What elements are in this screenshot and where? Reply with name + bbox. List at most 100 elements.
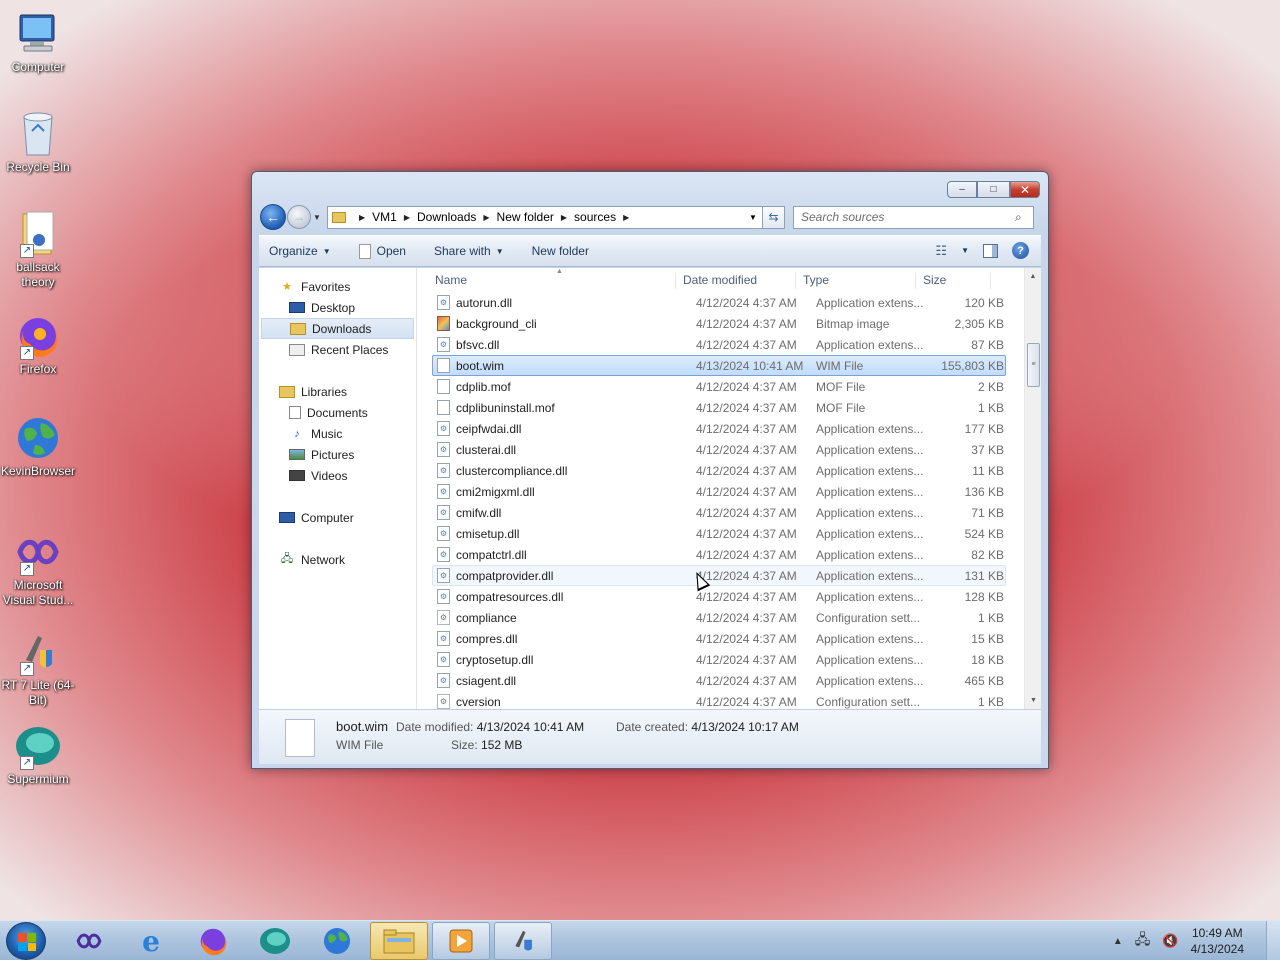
file-type: Configuration sett...	[816, 694, 921, 709]
minimize-button[interactable]: –	[947, 181, 977, 198]
search-input[interactable]: Search sources ⌕	[793, 205, 1034, 229]
start-button[interactable]	[6, 922, 46, 960]
organize-label: Organize	[269, 244, 318, 258]
address-history-dropdown[interactable]: ▼	[744, 213, 762, 222]
breadcrumb-vm1[interactable]: VM1	[372, 210, 397, 224]
view-options-icon[interactable]: ☷	[935, 243, 947, 259]
close-button[interactable]: ✕	[1010, 181, 1040, 198]
help-icon[interactable]: ?	[1012, 242, 1029, 259]
table-row[interactable]: boot.wim 4/13/2024 10:41 AM WIM File 155,80…	[432, 355, 1006, 376]
new-folder-button[interactable]: New folder	[532, 244, 589, 258]
open-button[interactable]: Open	[358, 243, 406, 259]
file-name: background_cli	[456, 316, 537, 331]
table-row[interactable]: ⚙ compliance 4/12/2024 4:37 AM Configuratio…	[432, 607, 1006, 628]
chevron-right-icon[interactable]: ▶	[404, 213, 410, 222]
taskbar-kevinbrowser[interactable]	[308, 922, 366, 960]
volume-muted-icon[interactable]: 🔇	[1162, 933, 1178, 949]
chevron-down-icon[interactable]: ▼	[961, 246, 969, 255]
back-button[interactable]: ←	[260, 204, 286, 230]
chevron-right-icon[interactable]: ▶	[359, 213, 365, 222]
table-row[interactable]: ⚙ clustercompliance.dll 4/12/2024 4:37 AM A…	[432, 460, 1006, 481]
nav-documents[interactable]: Documents	[259, 402, 416, 423]
table-row[interactable]: ⚙ cryptosetup.dll 4/12/2024 4:37 AM Applica…	[432, 649, 1006, 670]
scroll-down-arrow-icon[interactable]: ▼	[1025, 692, 1041, 709]
table-row[interactable]: ⚙ cmifw.dll 4/12/2024 4:37 AM Application e…	[432, 502, 1006, 523]
desktop-icon-computer[interactable]: Computer	[0, 10, 76, 75]
address-bar[interactable]: ▶ VM1 ▶ Downloads ▶ New folder ▶ sources…	[327, 205, 763, 229]
taskbar-rt7lite[interactable]	[494, 922, 552, 960]
table-row[interactable]: background_cli 4/12/2024 4:37 AM Bitmap im…	[432, 313, 1006, 334]
table-row[interactable]: ⚙ bfsvc.dll 4/12/2024 4:37 AM Application e…	[432, 334, 1006, 355]
network-icon[interactable]: 🖧	[1135, 929, 1151, 953]
scroll-up-arrow-icon[interactable]: ▲	[1025, 268, 1041, 285]
file-type: Application extens...	[816, 589, 924, 604]
preview-pane-icon[interactable]	[983, 243, 998, 258]
organize-button[interactable]: Organize ▼	[269, 244, 331, 258]
table-row[interactable]: ⚙ cmisetup.dll 4/12/2024 4:37 AM Applicatio…	[432, 523, 1006, 544]
desktop-icon-visual-studio[interactable]: ↗ Microsoft Visual Stud...	[0, 528, 76, 608]
table-row[interactable]: ⚙ cversion 4/12/2024 4:37 AM Configuration …	[432, 691, 1006, 709]
nav-downloads[interactable]: Downloads	[261, 318, 414, 339]
chevron-right-icon[interactable]: ▶	[483, 213, 489, 222]
nav-network[interactable]: 🖧 Network	[259, 549, 416, 570]
table-row[interactable]: ⚙ cmi2migxml.dll 4/12/2024 4:37 AM Applicat…	[432, 481, 1006, 502]
nav-libraries[interactable]: Libraries	[259, 381, 416, 402]
firefox-icon: ↗	[14, 312, 62, 360]
breadcrumb-sources[interactable]: sources	[574, 210, 616, 224]
desktop-icon-supermium[interactable]: ↗ Supermium	[0, 722, 76, 787]
table-row[interactable]: ⚙ clusterai.dll 4/12/2024 4:37 AM Applicati…	[432, 439, 1006, 460]
nav-computer[interactable]: Computer	[259, 507, 416, 528]
bitmap-file-icon	[437, 316, 450, 331]
file-name: autorun.dll	[456, 295, 513, 310]
desktop-icon-ballsack-theory[interactable]: ↗ ballsack theory	[0, 210, 76, 290]
table-row[interactable]: ⚙ autorun.dll 4/12/2024 4:37 AM Application…	[432, 292, 1006, 313]
chevron-right-icon[interactable]: ▶	[561, 213, 567, 222]
nav-pictures[interactable]: Pictures	[259, 444, 416, 465]
share-with-button[interactable]: Share with ▼	[434, 244, 504, 258]
taskbar-media-player[interactable]	[432, 922, 490, 960]
details-pane: boot.wim WIM File Date modified: 4/13/20…	[259, 709, 1041, 764]
column-header-type[interactable]: Type	[796, 273, 916, 289]
desktop-icon-firefox[interactable]: ↗ Firefox	[0, 312, 76, 377]
file-size: 2,305 KB	[954, 316, 1004, 331]
forward-button[interactable]: →	[287, 205, 311, 229]
column-header-size[interactable]: Size	[916, 273, 991, 289]
show-hidden-icons-icon[interactable]: ▲	[1113, 936, 1123, 947]
caption-buttons: – □ ✕	[947, 181, 1040, 198]
taskbar-supermium[interactable]	[246, 922, 304, 960]
nav-music[interactable]: ♪ Music	[259, 423, 416, 444]
refresh-button[interactable]: ⇆	[763, 205, 785, 229]
column-header-name[interactable]: Name	[417, 273, 676, 289]
column-header-date-modified[interactable]: Date modified	[676, 273, 796, 289]
table-row[interactable]: cdplibuninstall.mof 4/12/2024 4:37 AM MOF …	[432, 397, 1006, 418]
table-row[interactable]: ⚙ csiagent.dll 4/12/2024 4:37 AM Applicatio…	[432, 670, 1006, 691]
table-row[interactable]: ⚙ compatresources.dll 4/12/2024 4:37 AM App…	[432, 586, 1006, 607]
nav-recent-places[interactable]: Recent Places	[259, 339, 416, 360]
vertical-scrollbar[interactable]: ▲ ≡ ▼	[1024, 268, 1041, 709]
taskbar-windows-explorer[interactable]	[370, 922, 428, 960]
taskbar-internet-explorer[interactable]: e	[122, 922, 180, 960]
taskbar-visual-studio[interactable]	[60, 922, 118, 960]
table-row[interactable]: ⚙ ceipfwdai.dll 4/12/2024 4:37 AM Applicati…	[432, 418, 1006, 439]
taskbar-firefox[interactable]	[184, 922, 242, 960]
desktop-icon-recycle-bin[interactable]: Recycle Bin	[0, 110, 76, 175]
nav-desktop[interactable]: Desktop	[259, 297, 416, 318]
clock[interactable]: 10:49 AM 4/13/2024	[1191, 925, 1244, 957]
search-icon[interactable]: ⌕	[1015, 210, 1033, 225]
table-row[interactable]: ⚙ compatprovider.dll 4/12/2024 4:37 AM Appl…	[432, 565, 1006, 586]
nav-videos[interactable]: Videos	[259, 465, 416, 486]
desktop-icon-rt7lite[interactable]: ↗ RT 7 Lite (64-Bit)	[0, 628, 76, 708]
table-row[interactable]: cdplib.mof 4/12/2024 4:37 AM MOF File 2 KB	[432, 376, 1006, 397]
show-desktop-button[interactable]	[1266, 921, 1280, 960]
recent-pages-dropdown[interactable]: ▼	[311, 213, 323, 222]
chevron-right-icon[interactable]: ▶	[623, 213, 629, 222]
table-row[interactable]: ⚙ compres.dll 4/12/2024 4:37 AM Application…	[432, 628, 1006, 649]
toolbar-right: ☷ ▼ ?	[935, 242, 1029, 259]
table-row[interactable]: ⚙ compatctrl.dll 4/12/2024 4:37 AM Applicat…	[432, 544, 1006, 565]
nav-favorites[interactable]: ★ Favorites	[259, 276, 416, 297]
breadcrumb-downloads[interactable]: Downloads	[417, 210, 476, 224]
desktop-icon-kevinbrowser[interactable]: KevinBrowser	[0, 414, 76, 479]
scrollbar-thumb[interactable]: ≡	[1027, 343, 1040, 387]
maximize-button[interactable]: □	[977, 181, 1010, 198]
breadcrumb-new-folder[interactable]: New folder	[497, 210, 554, 224]
